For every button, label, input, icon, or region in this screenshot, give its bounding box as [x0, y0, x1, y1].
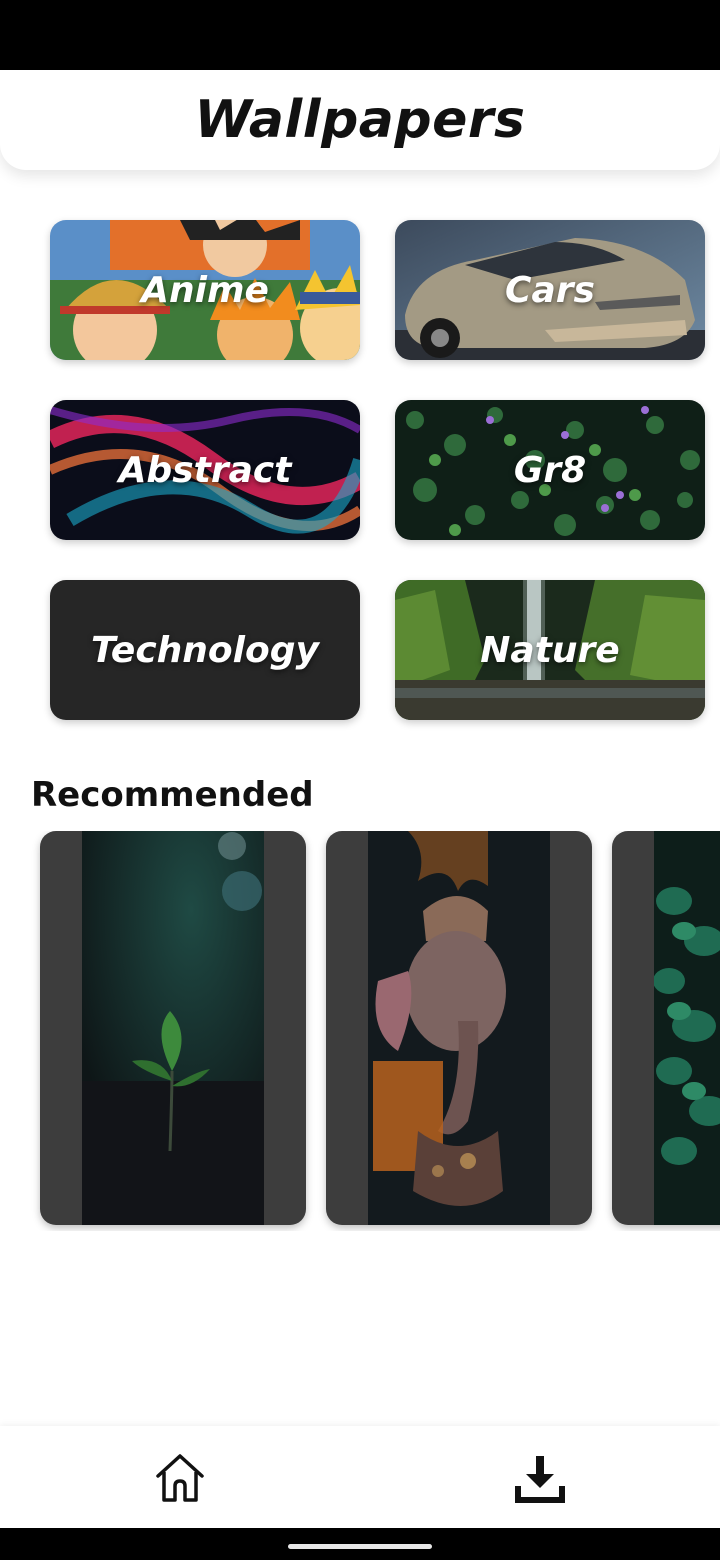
- recommended-card[interactable]: [612, 831, 720, 1225]
- app-bar: Wallpapers: [0, 70, 720, 170]
- app-title: Wallpapers: [194, 90, 526, 150]
- gesture-bar: [0, 1528, 720, 1560]
- category-label: Gr8: [513, 449, 587, 491]
- gesture-handle[interactable]: [288, 1544, 432, 1549]
- seedling-image: [82, 831, 264, 1225]
- download-icon: [515, 1456, 565, 1503]
- download-button[interactable]: [508, 1446, 572, 1510]
- category-card-technology[interactable]: Technology: [50, 580, 360, 720]
- recommended-title: Recommended: [31, 775, 314, 815]
- category-card-gr8[interactable]: Gr8: [395, 400, 705, 540]
- recommended-carousel[interactable]: [0, 831, 720, 1231]
- recommended-card[interactable]: [40, 831, 306, 1225]
- category-card-abstract[interactable]: Abstract: [50, 400, 360, 540]
- category-card-cars[interactable]: Cars: [395, 220, 705, 360]
- ganesha-image: [368, 831, 550, 1225]
- category-card-nature[interactable]: Nature: [395, 580, 705, 720]
- category-label: Nature: [480, 629, 620, 671]
- status-bar: [0, 0, 720, 70]
- category-label: Cars: [505, 269, 595, 311]
- bottom-navigation: [0, 1426, 720, 1528]
- category-card-anime[interactable]: Anime: [50, 220, 360, 360]
- category-label: Anime: [141, 269, 269, 311]
- green-leaves-image: [654, 831, 720, 1225]
- category-label: Abstract: [118, 449, 292, 491]
- category-label: Technology: [91, 629, 319, 671]
- recommended-card[interactable]: [326, 831, 592, 1225]
- home-icon: [156, 1454, 204, 1502]
- home-button[interactable]: [148, 1446, 212, 1510]
